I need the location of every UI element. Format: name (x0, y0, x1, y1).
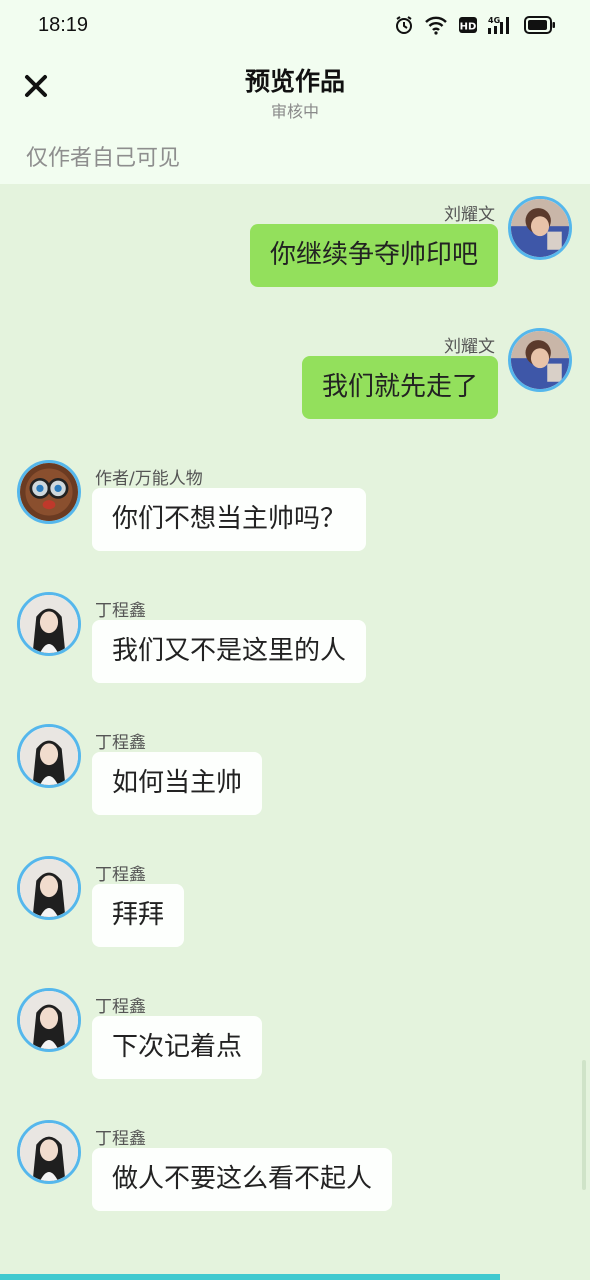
visibility-note: 仅作者自己可见 (26, 146, 181, 171)
message-bubble[interactable]: 你们不想当主帅吗？ (92, 488, 367, 551)
avatar[interactable] (17, 724, 81, 788)
sender-name: 丁程鑫 (95, 601, 146, 621)
page-title: 预览作品 (244, 67, 345, 96)
review-status: 审核中 (270, 102, 319, 121)
4g-signal-icon: 4G (488, 14, 514, 36)
avatar[interactable] (17, 988, 81, 1052)
chat-list: 刘耀文 你继续争夺帅印吧 刘耀文 我们就先走了 作者/万能人物 你们不想当主帅吗… (0, 184, 590, 1274)
alarm-icon (394, 14, 414, 36)
avatar[interactable] (17, 856, 81, 920)
status-time: 18:19 (38, 14, 89, 36)
battery-icon (524, 14, 556, 36)
scrollbar[interactable] (582, 1060, 586, 1190)
status-icons: HD 4G (394, 14, 556, 36)
header: 预览作品 审核中 仅作者自己可见 (0, 52, 590, 184)
bottom-progress-bar (0, 1274, 500, 1280)
avatar[interactable] (17, 1120, 81, 1184)
avatar[interactable] (508, 328, 572, 392)
sender-name: 丁程鑫 (95, 1129, 146, 1149)
message-bubble[interactable]: 做人不要这么看不起人 (92, 1148, 393, 1211)
message-bubble[interactable]: 拜拜 (92, 884, 185, 947)
avatar[interactable] (17, 592, 81, 656)
sender-name: 刘耀文 (444, 337, 495, 357)
message-bubble[interactable]: 下次记着点 (92, 1016, 263, 1079)
message-bubble[interactable]: 我们就先走了 (301, 356, 498, 419)
message-bubble[interactable]: 你继续争夺帅印吧 (249, 224, 498, 287)
status-bar: 18:19 HD 4G (0, 0, 590, 52)
avatar[interactable] (508, 196, 572, 260)
message-bubble[interactable]: 我们又不是这里的人 (92, 620, 367, 683)
svg-text:HD: HD (460, 22, 477, 33)
hd-icon: HD (458, 14, 478, 36)
sender-name: 刘耀文 (444, 205, 495, 225)
message-bubble[interactable]: 如何当主帅 (92, 752, 263, 815)
sender-name: 丁程鑫 (95, 865, 146, 885)
sender-name: 作者/万能人物 (95, 469, 203, 489)
svg-text:4G: 4G (488, 16, 500, 25)
wifi-icon (424, 14, 448, 36)
avatar[interactable] (17, 460, 81, 524)
sender-name: 丁程鑫 (95, 733, 146, 753)
sender-name: 丁程鑫 (95, 997, 146, 1017)
